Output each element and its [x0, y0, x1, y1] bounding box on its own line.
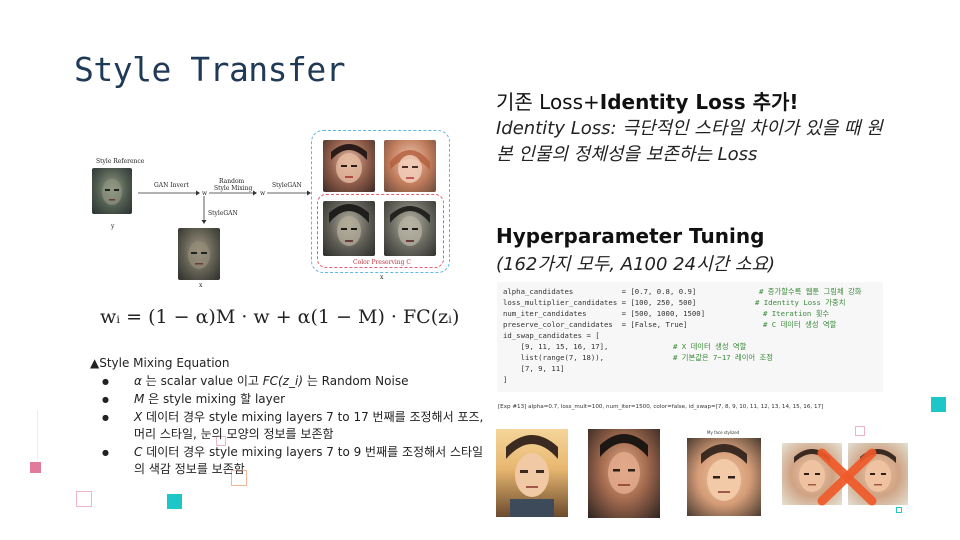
style-mixing-equation: wᵢ = (1 − α)M · w + α(1 − M) · FC(zᵢ) — [100, 306, 460, 328]
w-prime-label: w — [260, 190, 266, 197]
decor-square-outline — [76, 491, 92, 507]
stylegan-label: StyleGAN — [208, 210, 238, 217]
identity-loss-description: Identity Loss: 극단적인 스타일 차이가 있을 때 원본 인물의 … — [496, 118, 883, 165]
decor-square-outline — [896, 507, 902, 513]
sample-face-image — [384, 140, 436, 192]
stylized-face-caption: My face stylized — [707, 430, 740, 435]
slide-title: Style Transfer — [74, 50, 346, 89]
decor-square — [30, 462, 41, 473]
bullet-item: α 는 scalar value 이고 FC(z_i) 는 Random Noi… — [96, 373, 486, 390]
decor-line — [37, 410, 38, 460]
equation-caption: ▲Style Mixing Equation — [90, 356, 230, 370]
arrow-icon — [209, 190, 257, 196]
experiment-result: [Exp #13] alpha=0.7, loss_mult=100, num_… — [498, 404, 824, 410]
code-line: num_iter_candidates = [500, 1000, 1500] #… — [503, 309, 830, 318]
color-preserving-label: Color Preserving C — [353, 259, 411, 266]
webtoon-face-image — [496, 429, 568, 517]
stylized-face-panel: My face stylized — [683, 430, 765, 518]
style-reference-label: Style Reference — [96, 158, 145, 165]
decor-square — [167, 494, 182, 509]
style-reference-image — [92, 168, 132, 214]
arrow-down-icon — [201, 196, 207, 224]
x-label: x — [380, 274, 384, 281]
code-block: alpha_candidates = [0.7, 0.8, 0.9] # 증가할수… — [497, 282, 883, 392]
bullet-item: C 데이터 경우 style mixing layers 7 to 9 번째를 … — [96, 444, 486, 478]
decor-square — [931, 397, 946, 412]
source-photo-image — [588, 429, 660, 518]
code-line: preserve_color_candidates = [False, True… — [503, 320, 837, 329]
sample-face-image — [323, 140, 375, 192]
random-label: Random — [219, 178, 245, 185]
code-line: list(range(7, 18)), # 기본값은 7~17 레이어 조정 — [503, 353, 773, 362]
stylegan-label: StyleGAN — [272, 182, 302, 189]
sample-face-image — [323, 201, 375, 256]
bullet-item: X 데이터 경우 style mixing layers 7 to 17 번째를… — [96, 409, 486, 443]
style-mixing-diagram: Style Reference y GAN Invert w Random St… — [86, 126, 456, 289]
slide: Style Transfer Style Reference y GAN Inv… — [0, 0, 960, 540]
identity-loss-heading: 기존 Loss+Identity Loss 추가! — [496, 90, 799, 114]
arrow-icon — [138, 190, 200, 196]
code-line: [9, 11, 15, 16, 17], # X 데이터 생성 역할 — [503, 342, 747, 351]
x-mark-icon — [817, 448, 877, 506]
code-line: alpha_candidates = [0.7, 0.8, 0.9] # 증가할수… — [503, 287, 862, 296]
arrow-icon — [267, 190, 311, 196]
code-line: ] — [503, 375, 508, 384]
hyperparameter-heading: Hyperparameter Tuning — [496, 224, 765, 248]
hyperparameter-subtitle: (162가지 모두, A100 24시간 소요) — [496, 254, 776, 275]
code-line: id_swap_candidates = [ — [503, 331, 600, 340]
bullet-item: M 은 style mixing 할 layer — [96, 391, 486, 408]
stylized-face-image — [687, 438, 761, 516]
x-label: x — [199, 282, 203, 289]
output-x-image — [178, 228, 220, 280]
bullet-list: α 는 scalar value 이고 FC(z_i) 는 Random Noi… — [96, 373, 486, 479]
code-line: [7, 9, 11] — [503, 364, 565, 373]
sample-face-image — [384, 201, 436, 256]
decor-square-outline — [855, 426, 865, 436]
code-line: loss_multiplier_candidates = [100, 250, … — [503, 298, 846, 307]
y-label: y — [111, 223, 115, 230]
gan-invert-label: GAN Invert — [154, 182, 189, 189]
